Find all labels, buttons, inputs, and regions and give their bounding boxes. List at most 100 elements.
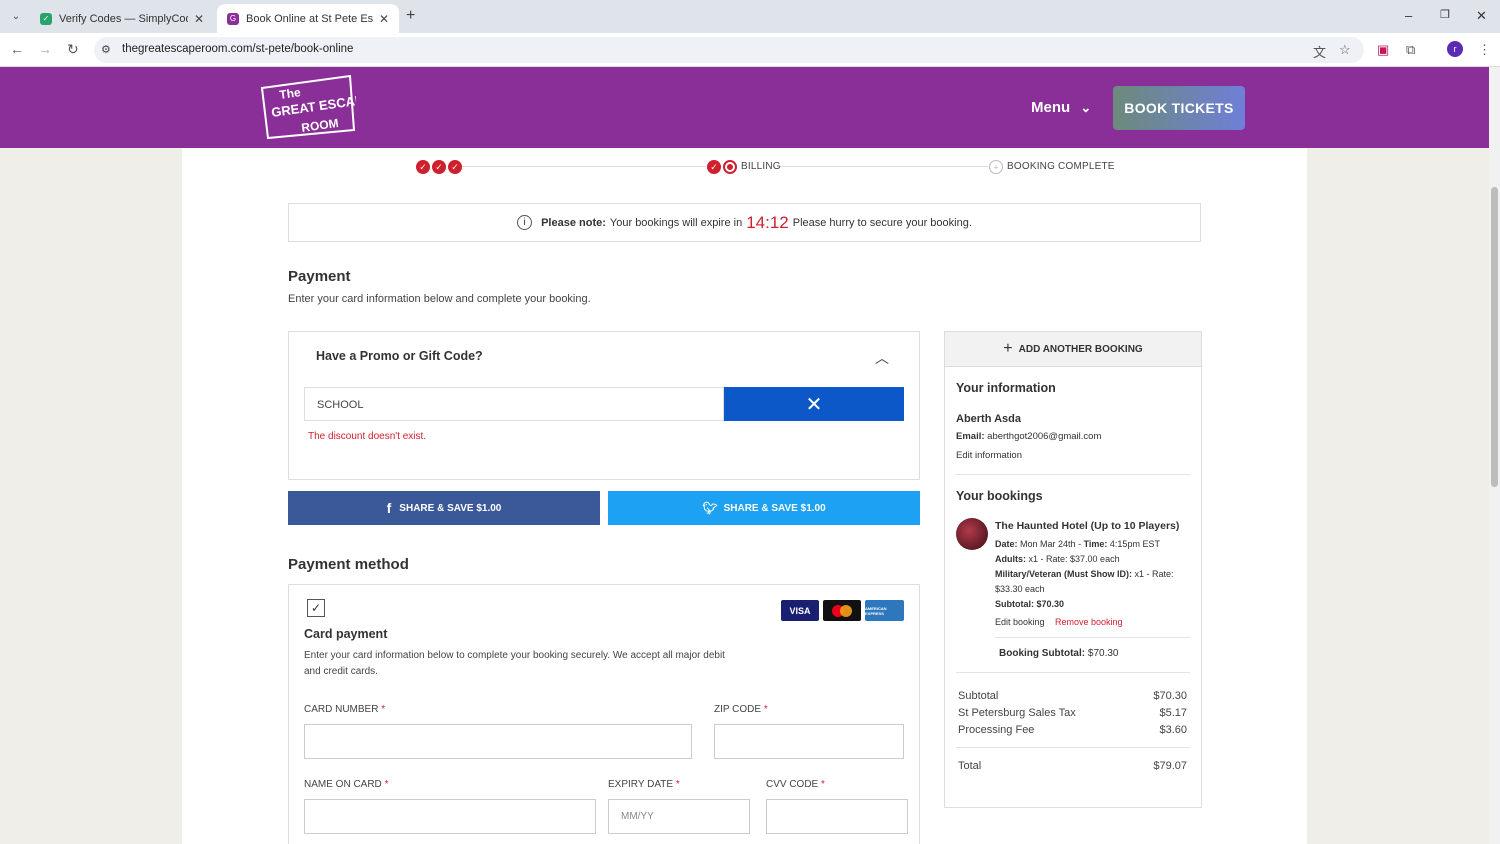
payment-method-title: Payment method [288,556,409,573]
forward-icon[interactable]: → [38,41,52,57]
booking-subtotal-line: Subtotal: $70.30 [995,599,1065,609]
share-label: SHARE & SAVE $1.00 [399,502,502,514]
card-payment-desc: Enter your card information below to com… [304,650,725,661]
booking-title: The Haunted Hotel (Up to 10 Players) [995,520,1180,532]
booking-subtotal-summary: Booking Subtotal: $70.30 [999,648,1119,659]
step-connector [462,166,706,167]
expiry-timer: 14:12 [746,212,789,232]
subtotal-label: Subtotal [958,690,999,702]
notice-text: Please hurry to secure your booking. [792,216,972,229]
divider [956,672,1190,673]
reload-icon[interactable]: ↻ [67,41,79,58]
notice-bold: Please note: [541,216,606,229]
restore-icon[interactable]: ❐ [1440,8,1450,21]
name-on-card-label: NAME ON CARD * [304,779,389,790]
menu-label: Menu [1031,99,1071,116]
sales-tax-label: St Petersburg Sales Tax [958,707,1076,719]
name-on-card-input[interactable] [304,799,596,834]
clear-promo-button[interactable]: ✕ [724,387,904,421]
edit-booking-link[interactable]: Edit booking [995,617,1045,627]
zip-code-input[interactable] [714,724,904,759]
subtotal-value: $70.30 [1153,690,1187,702]
add-booking-label: ADD ANOTHER BOOKING [1018,343,1143,355]
browser-tab-bar: ⌄ ✓ Verify Codes — SimplyCodes ✕ G Book … [0,0,1500,33]
close-tab-icon[interactable]: ✕ [194,12,204,26]
processing-fee-value: $3.60 [1159,724,1187,736]
payment-title: Payment [288,268,351,285]
remove-booking-link[interactable]: Remove booking [1055,617,1123,627]
expiry-notice: i Please note: Your bookings will expire… [288,203,1201,242]
svg-text:The: The [278,85,301,102]
back-icon[interactable]: ← [10,41,24,57]
expiry-date-label: EXPIRY DATE * [608,779,680,790]
minimize-icon[interactable]: – [1405,8,1412,23]
your-information-title: Your information [956,381,1056,395]
card-number-label: CARD NUMBER * [304,704,386,715]
profile-avatar[interactable]: r [1447,41,1463,57]
payment-subtitle: Enter your card information below and co… [288,293,591,305]
cvv-code-label: CVV CODE * [766,779,825,790]
simplycodes-favicon-icon: ✓ [40,12,52,25]
facebook-share-button[interactable]: f SHARE & SAVE $1.00 [288,491,600,525]
chevron-down-icon: ⌄ [1080,100,1092,115]
current-step-icon [723,160,737,174]
total-value: $79.07 [1153,760,1187,772]
scrollbar-thumb[interactable] [1491,187,1498,487]
card-payment-desc: and credit cards. [304,666,378,677]
info-icon: i [517,215,533,230]
card-payment-title: Card payment [304,627,388,641]
extension-icon[interactable]: ▣ [1377,42,1389,58]
page-scrollbar[interactable] [1489,67,1500,844]
card-payment-checkbox[interactable]: ✓ [307,599,325,617]
expiry-date-input[interactable]: MM/YY [608,799,750,834]
tab-search-icon[interactable]: ⌄ [8,8,24,24]
extensions-puzzle-icon[interactable]: ⧉ [1406,42,1415,58]
total-label: Total [958,760,982,772]
book-tickets-button[interactable]: BOOK TICKETS [1113,86,1245,130]
address-bar[interactable]: ⚙ thegreatescaperoom.com/st-pete/book-on… [94,37,1364,63]
site-settings-icon[interactable]: ⚙ [101,43,111,56]
chevron-up-icon[interactable]: ︿ [875,348,889,368]
browser-tab-active[interactable]: G Book Online at St Pete Escape R ✕ [217,4,399,33]
site-logo[interactable]: The GREAT ESCAPE ROOM [258,74,373,149]
close-window-icon[interactable]: ✕ [1476,8,1487,24]
step-billing-label: BILLING [741,161,781,172]
divider [995,637,1190,638]
processing-fee-label: Processing Fee [958,724,1035,736]
url-text: thegreatescaperoom.com/st-pete/book-onli… [122,43,354,55]
booking-date: Date: Mon Mar 24th - Time: 4:15pm EST [995,539,1160,549]
zip-code-label: ZIP CODE * [714,704,768,715]
close-icon: ✕ [805,393,823,416]
browser-tab[interactable]: ✓ Verify Codes — SimplyCodes ✕ [30,4,214,33]
edit-information-link[interactable]: Edit information [956,450,1022,461]
step-connector [780,166,988,167]
card-number-input[interactable] [304,724,692,759]
step-done-check-icon: ✓ [707,160,721,174]
booking-adults: Adults: x1 - Rate: $37.00 each [995,554,1120,564]
share-label: SHARE & SAVE $1.00 [723,502,826,514]
browser-menu-icon[interactable]: ⋮ [1478,42,1491,58]
promo-code-input[interactable]: SCHOOL [304,387,724,421]
promo-title[interactable]: Have a Promo or Gift Code? [316,349,483,363]
site-header [0,67,1489,148]
sales-tax-value: $5.17 [1159,707,1187,719]
site-favicon-icon: G [227,12,239,25]
tab-title: Verify Codes — SimplyCodes [59,12,188,25]
translate-icon[interactable]: 文 [1313,42,1326,61]
new-tab-icon[interactable]: + [406,7,415,25]
twitter-share-button[interactable]: 🐦︎ SHARE & SAVE $1.00 [608,491,920,525]
browser-toolbar: ← → ↻ ⚙ thegreatescaperoom.com/st-pete/b… [0,33,1500,67]
cvv-code-input[interactable] [766,799,908,834]
promo-error-text: The discount doesn't exist. [308,431,427,442]
close-tab-icon[interactable]: ✕ [379,12,389,26]
booking-military-rate: $33.30 each [995,584,1045,594]
divider [956,747,1190,748]
bookmark-star-icon[interactable]: ☆ [1339,42,1351,58]
twitter-icon: 🐦︎ [702,501,718,515]
menu-button[interactable]: Menu ⌄ [1031,99,1091,116]
add-another-booking-button[interactable]: + ADD ANOTHER BOOKING [945,332,1201,367]
mastercard-icon [823,600,861,621]
step-done-check-icon: ✓ [416,160,430,174]
divider [956,474,1190,475]
tab-title: Book Online at St Pete Escape R [246,12,373,25]
